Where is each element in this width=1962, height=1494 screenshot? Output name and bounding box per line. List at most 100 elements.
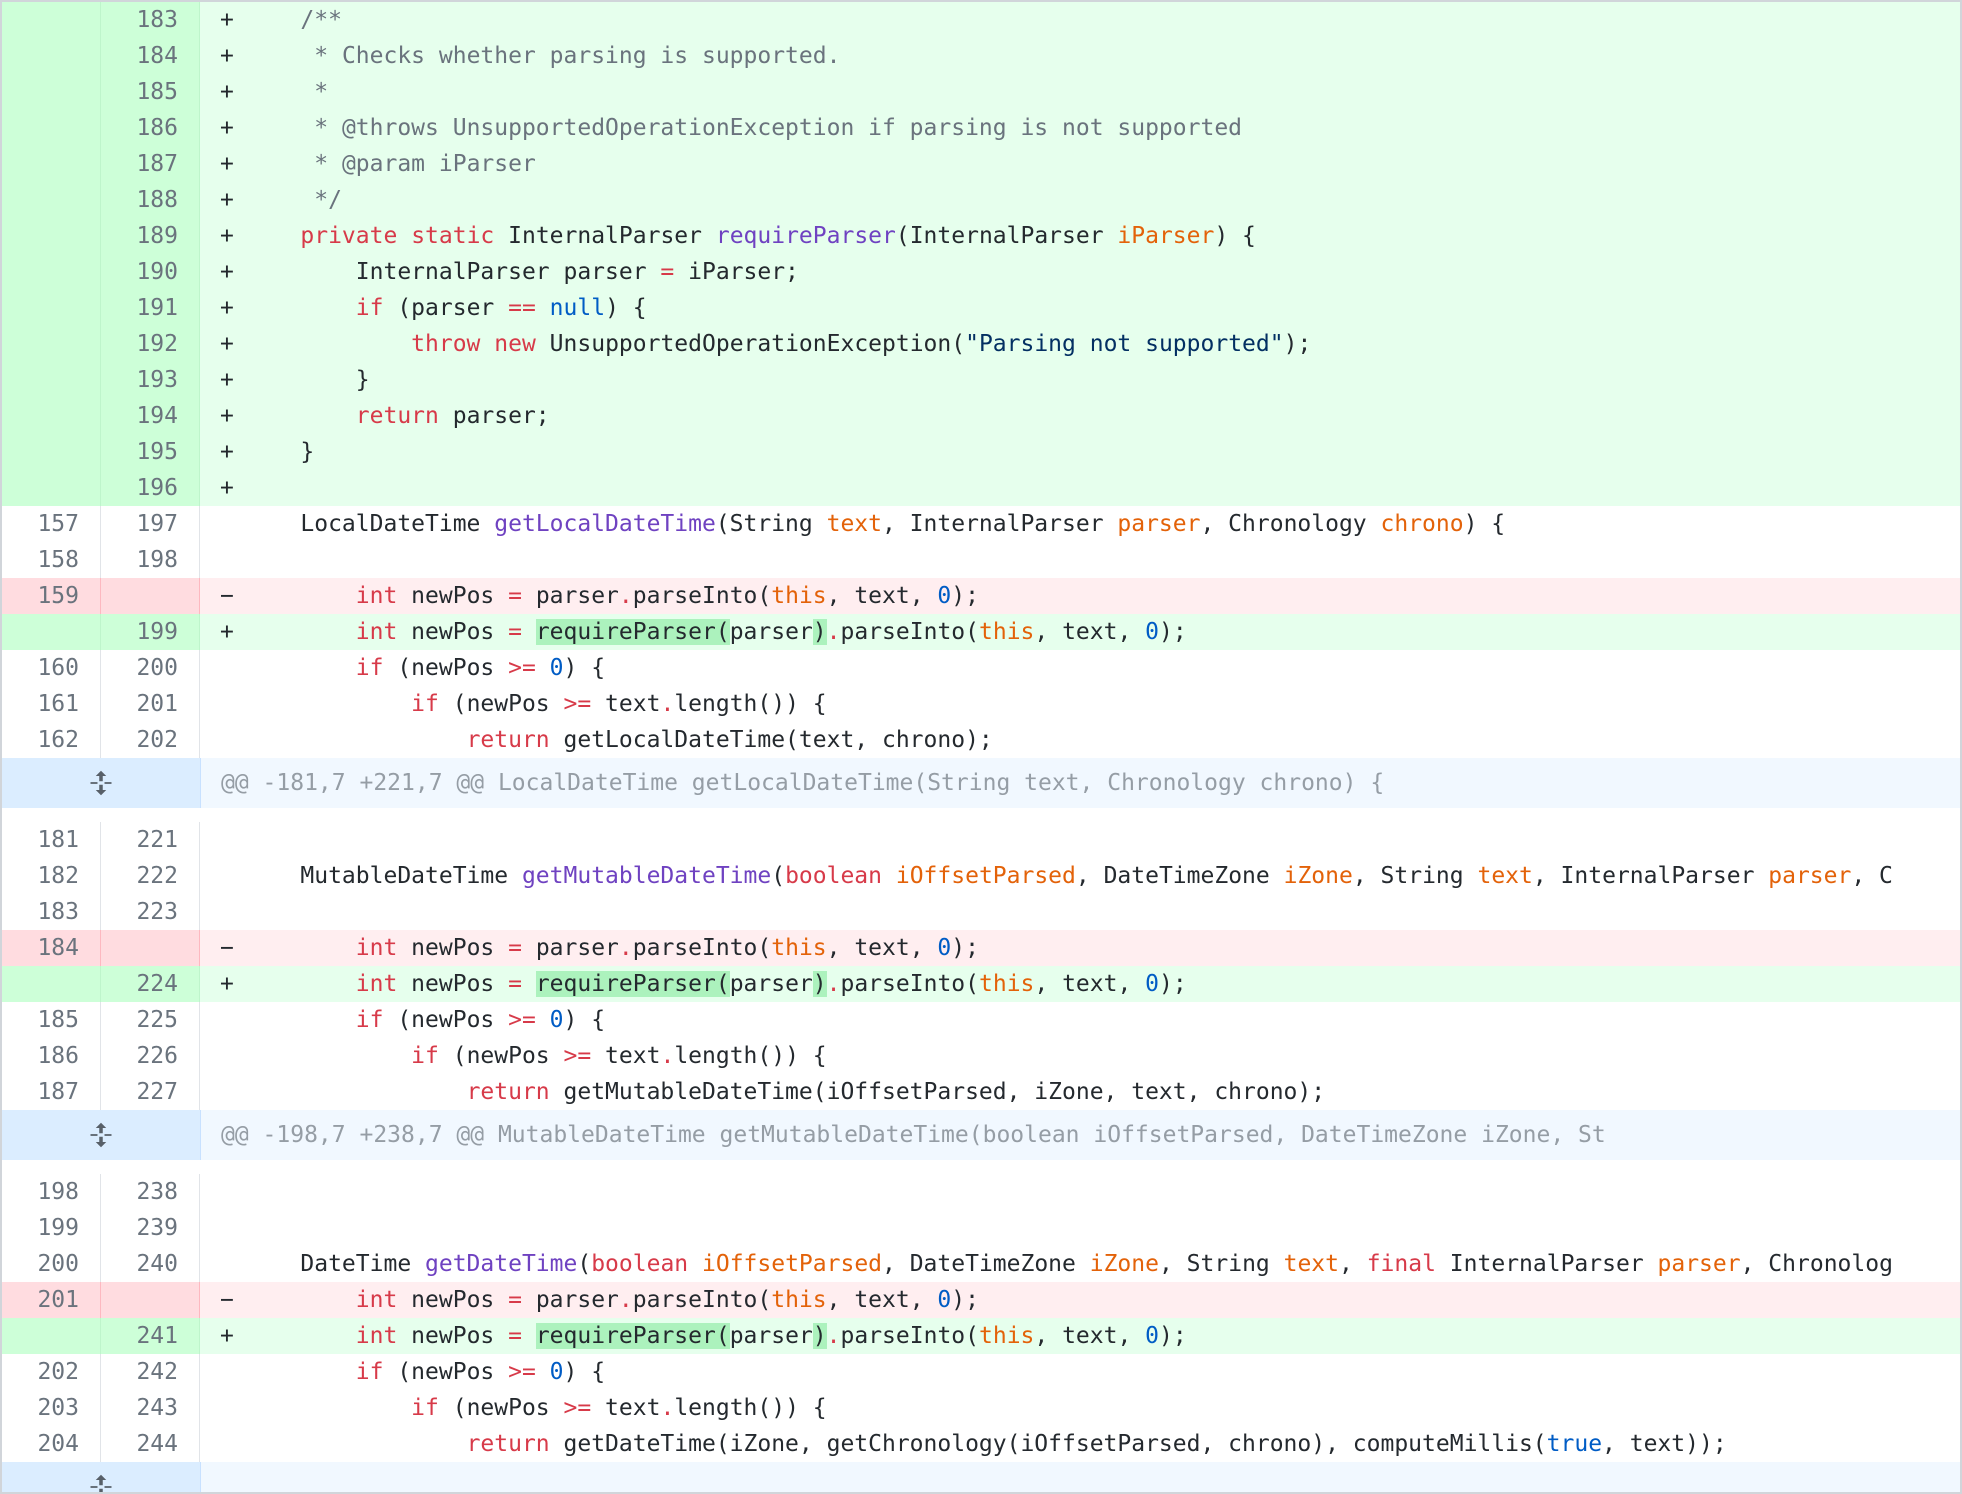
new-line-number[interactable]: 192 [101, 326, 200, 362]
new-line-number[interactable]: 189 [101, 218, 200, 254]
old-line-number[interactable]: 157 [2, 506, 101, 542]
old-line-number[interactable]: 204 [2, 1426, 101, 1462]
new-line-number[interactable]: 187 [101, 146, 200, 182]
old-line-number[interactable]: 182 [2, 858, 101, 894]
old-line-number[interactable]: 159 [2, 578, 101, 614]
new-line-number[interactable]: 227 [101, 1074, 200, 1110]
new-line-number[interactable]: 223 [101, 894, 200, 930]
context-line: 157 197 LocalDateTime getLocalDateTime(St… [2, 506, 1960, 542]
old-line-number[interactable] [2, 2, 101, 38]
old-line-number[interactable]: 200 [2, 1246, 101, 1282]
old-line-number[interactable]: 181 [2, 822, 101, 858]
new-line-number[interactable]: 238 [101, 1174, 200, 1210]
code-token: newPos [397, 935, 509, 961]
old-line-number[interactable]: 183 [2, 894, 101, 930]
old-line-number[interactable] [2, 398, 101, 434]
new-line-number[interactable]: 194 [101, 398, 200, 434]
new-line-number[interactable]: 221 [101, 822, 200, 858]
old-line-number[interactable]: 161 [2, 686, 101, 722]
code-token: (newPos [383, 1007, 509, 1033]
new-line-number[interactable]: 244 [101, 1426, 200, 1462]
old-line-number[interactable]: 198 [2, 1174, 101, 1210]
old-line-number[interactable]: 202 [2, 1354, 101, 1390]
code-token: iParser [1117, 223, 1215, 249]
new-line-number[interactable]: 225 [101, 1002, 200, 1038]
new-line-number[interactable]: 188 [101, 182, 200, 218]
old-line-number[interactable] [2, 434, 101, 470]
old-line-number[interactable]: 187 [2, 1074, 101, 1110]
code-token: , text)); [1602, 1431, 1727, 1457]
old-line-number[interactable]: 186 [2, 1038, 101, 1074]
new-line-number[interactable]: 240 [101, 1246, 200, 1282]
old-line-number[interactable]: 201 [2, 1282, 101, 1318]
new-line-number[interactable]: 193 [101, 362, 200, 398]
new-line-number[interactable]: 202 [101, 722, 200, 758]
code-token: = [508, 935, 522, 961]
new-line-number[interactable]: 226 [101, 1038, 200, 1074]
expand-button[interactable] [2, 1462, 201, 1492]
new-line-number[interactable]: 186 [101, 110, 200, 146]
new-line-number[interactable]: 195 [101, 434, 200, 470]
new-line-number[interactable]: 184 [101, 38, 200, 74]
code-token: . [618, 1287, 633, 1313]
code-token: = [508, 619, 522, 645]
new-line-number[interactable]: 199 [101, 614, 200, 650]
old-line-number[interactable] [2, 38, 101, 74]
diff-marker: + [220, 187, 234, 213]
new-line-number[interactable]: 200 [101, 650, 200, 686]
code-line: if (newPos >= 0) { [200, 650, 1960, 686]
old-line-number[interactable] [2, 146, 101, 182]
added-line: 224 + int newPos = requireParser(parser).… [2, 966, 1960, 1002]
old-line-number[interactable] [2, 110, 101, 146]
code-token: /** [300, 7, 342, 33]
old-line-number[interactable] [2, 470, 101, 506]
code-line: + return parser; [200, 398, 1960, 434]
new-line-number[interactable]: 197 [101, 506, 200, 542]
expand-button[interactable] [2, 758, 201, 808]
new-line-number[interactable]: 239 [101, 1210, 200, 1246]
code-token: = [508, 1323, 522, 1349]
hunk-header-text: @@ -198,7 +238,7 @@ MutableDateTime getM… [201, 1110, 1960, 1160]
new-line-number[interactable]: 243 [101, 1390, 200, 1426]
code-token: new [494, 331, 536, 357]
old-line-number[interactable]: 184 [2, 930, 101, 966]
new-line-number[interactable]: 190 [101, 254, 200, 290]
old-line-number[interactable] [2, 614, 101, 650]
new-line-number[interactable] [101, 930, 200, 966]
new-line-number[interactable]: 183 [101, 2, 200, 38]
old-line-number[interactable] [2, 74, 101, 110]
code-token: this [771, 935, 827, 961]
new-line-number[interactable]: 222 [101, 858, 200, 894]
old-line-number[interactable] [2, 290, 101, 326]
new-line-number[interactable]: 224 [101, 966, 200, 1002]
added-line: 188 + */ [2, 182, 1960, 218]
new-line-number[interactable]: 201 [101, 686, 200, 722]
old-line-number[interactable]: 160 [2, 650, 101, 686]
old-line-number[interactable]: 199 [2, 1210, 101, 1246]
old-line-number[interactable] [2, 1318, 101, 1354]
code-token: , text, [826, 935, 938, 961]
old-line-number[interactable] [2, 218, 101, 254]
new-line-number[interactable]: 185 [101, 74, 200, 110]
old-line-number[interactable] [2, 966, 101, 1002]
old-line-number[interactable]: 203 [2, 1390, 101, 1426]
new-line-number[interactable] [101, 1282, 200, 1318]
old-line-number[interactable]: 162 [2, 722, 101, 758]
code-token: iZone [1089, 1251, 1159, 1277]
old-line-number[interactable] [2, 182, 101, 218]
old-line-number[interactable] [2, 326, 101, 362]
old-line-number[interactable] [2, 362, 101, 398]
new-line-number[interactable]: 196 [101, 470, 200, 506]
new-line-number[interactable]: 242 [101, 1354, 200, 1390]
old-line-number[interactable]: 158 [2, 542, 101, 578]
code-line: + int newPos = requireParser(parser).par… [200, 614, 1960, 650]
old-line-number[interactable]: 185 [2, 1002, 101, 1038]
code-token: parseInto( [840, 971, 979, 997]
new-line-number[interactable]: 198 [101, 542, 200, 578]
old-line-number[interactable] [2, 254, 101, 290]
new-line-number[interactable]: 191 [101, 290, 200, 326]
expand-button[interactable] [2, 1110, 201, 1160]
new-line-number[interactable] [101, 578, 200, 614]
new-line-number[interactable]: 241 [101, 1318, 200, 1354]
